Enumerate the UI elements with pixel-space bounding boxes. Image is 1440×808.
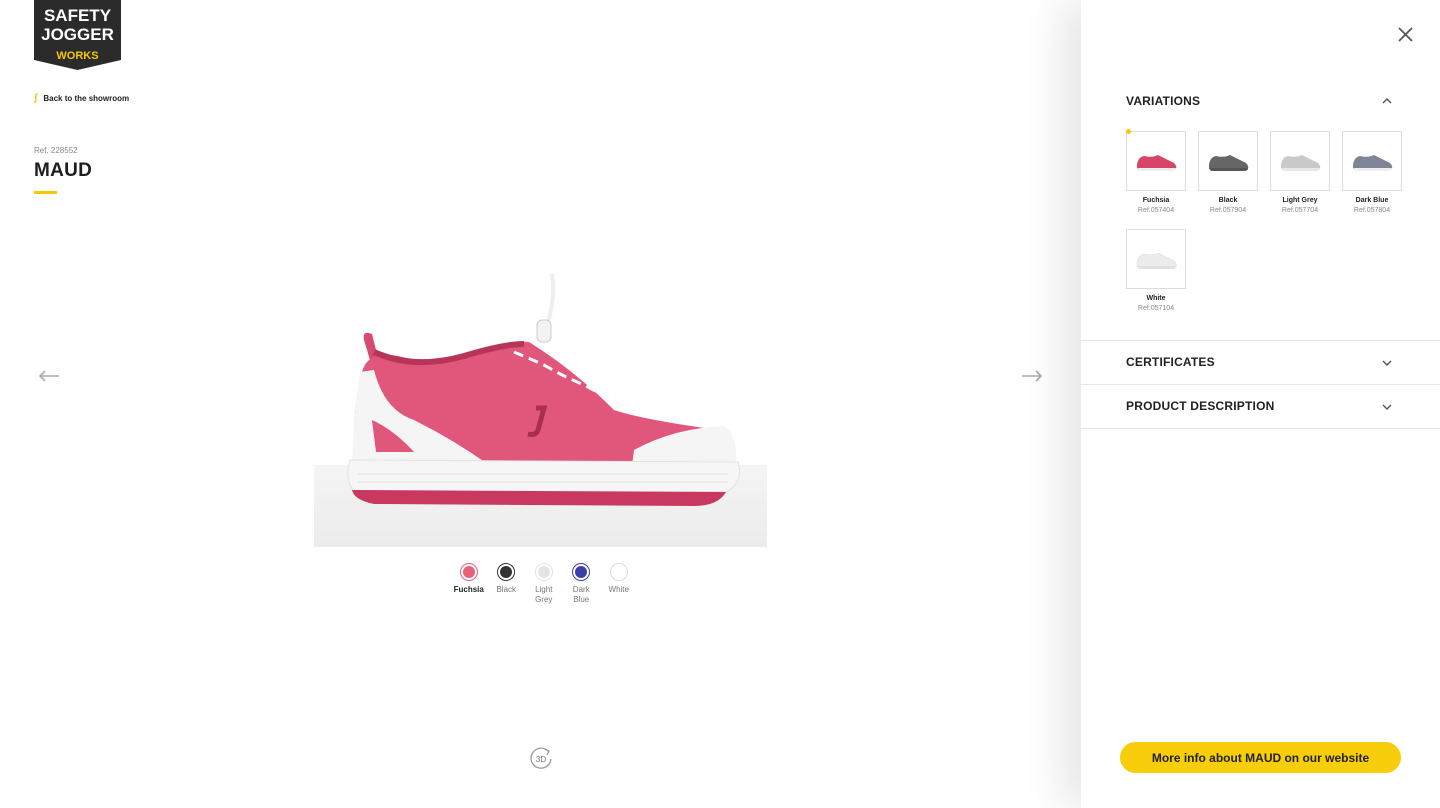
view-3d-label: 3D xyxy=(536,755,546,764)
variation-name: White xyxy=(1146,295,1166,302)
variation-light-grey[interactable]: Light Grey Ref.057704 xyxy=(1270,131,1330,214)
swatch-dark-blue[interactable]: Dark Blue xyxy=(563,563,601,605)
swatch-black[interactable]: Black xyxy=(488,563,526,605)
title-underline xyxy=(34,191,57,194)
view-3d-button[interactable]: 3D xyxy=(528,746,554,772)
product-ref: Ref. 228552 xyxy=(34,146,78,155)
variations-section: VARIATIONS Fuchsia Ref.057404 Black Ref.… xyxy=(1081,0,1440,341)
swatch-dot xyxy=(612,566,625,578)
swatch-ring xyxy=(459,563,478,581)
logo-line1: SAFETY xyxy=(44,6,112,25)
active-variation-indicator xyxy=(1126,129,1131,134)
safety-jogger-logo[interactable]: SAFETY JOGGER WORKS xyxy=(34,0,121,70)
swatch-ring xyxy=(497,563,516,581)
bolt-icon: ʃ xyxy=(34,93,38,104)
product-image xyxy=(314,260,767,547)
swatch-white[interactable]: White xyxy=(600,563,638,605)
swatch-label: Dark Blue xyxy=(572,585,590,604)
shoe-illustration xyxy=(347,273,740,506)
variation-white[interactable]: White Ref.057104 xyxy=(1126,229,1186,312)
shoe-thumb-icon xyxy=(1353,155,1393,171)
variation-ref: Ref.057104 xyxy=(1137,305,1175,312)
variation-ref: Ref.057804 xyxy=(1353,207,1391,214)
swatch-dot xyxy=(500,566,513,578)
swatch-ring xyxy=(572,563,591,581)
product-description-header[interactable]: PRODUCT DESCRIPTION xyxy=(1126,399,1274,413)
variation-thumb xyxy=(1198,131,1258,191)
variation-name: Fuchsia xyxy=(1142,197,1170,204)
color-swatches: Fuchsia Black Light Grey Dark Blue White xyxy=(450,563,638,605)
swatch-light-grey[interactable]: Light Grey xyxy=(525,563,563,605)
details-panel: VARIATIONS Fuchsia Ref.057404 Black Ref.… xyxy=(1081,0,1440,808)
variation-ref: Ref.057404 xyxy=(1137,207,1175,214)
product-title: MAUD xyxy=(34,160,93,181)
certificates-section[interactable]: CERTIFICATES xyxy=(1081,341,1440,385)
certificates-header[interactable]: CERTIFICATES xyxy=(1126,355,1215,369)
variation-ref: Ref.057904 xyxy=(1209,207,1247,214)
variation-ref: Ref.057704 xyxy=(1281,207,1319,214)
variation-name: Black xyxy=(1218,197,1238,204)
shoe-thumb-icon xyxy=(1281,155,1321,171)
swatch-label: White xyxy=(608,585,629,594)
swatch-label: Black xyxy=(496,585,517,594)
swatch-ring xyxy=(534,563,553,581)
next-arrow-icon[interactable] xyxy=(1021,368,1043,384)
variation-fuchsia[interactable]: Fuchsia Ref.057404 xyxy=(1126,131,1186,214)
shoe-thumb-icon xyxy=(1137,155,1177,171)
variation-name: Dark Blue xyxy=(1355,197,1389,204)
logo-line3: WORKS xyxy=(56,50,98,62)
swatch-label: Fuchsia xyxy=(453,585,484,594)
swatch-label: Light Grey xyxy=(535,585,553,604)
shoe-thumb-icon xyxy=(1209,155,1249,171)
previous-arrow-icon[interactable] xyxy=(38,368,60,384)
more-info-button[interactable]: More info about MAUD on our website xyxy=(1120,742,1401,773)
variation-dark-blue[interactable]: Dark Blue Ref.057804 xyxy=(1342,131,1402,214)
logo-line2: JOGGER xyxy=(41,25,114,44)
swatch-fuchsia[interactable]: Fuchsia xyxy=(450,563,488,605)
back-link-label: Back to the showroom xyxy=(43,94,130,103)
swatch-dot xyxy=(462,566,475,578)
chevron-down-icon[interactable] xyxy=(1382,359,1392,367)
shoe-thumb-icon xyxy=(1136,252,1177,269)
variation-thumb xyxy=(1126,131,1186,191)
variation-thumb xyxy=(1126,229,1186,289)
variations-header[interactable]: VARIATIONS xyxy=(1126,94,1200,108)
variation-thumb xyxy=(1270,131,1330,191)
product-description-section[interactable]: PRODUCT DESCRIPTION xyxy=(1081,385,1440,429)
variation-thumb xyxy=(1342,131,1402,191)
variation-name: Light Grey xyxy=(1282,197,1318,204)
swatch-dot xyxy=(575,566,588,578)
swatch-ring xyxy=(609,563,628,581)
variation-black[interactable]: Black Ref.057904 xyxy=(1198,131,1258,214)
back-to-showroom-link[interactable]: ʃ Back to the showroom xyxy=(34,93,129,104)
chevron-down-icon[interactable] xyxy=(1382,403,1392,411)
swatch-dot xyxy=(537,566,550,578)
chevron-up-icon[interactable] xyxy=(1382,97,1392,105)
product-page: SAFETY JOGGER WORKS ʃ Back to the showro… xyxy=(0,0,1440,808)
